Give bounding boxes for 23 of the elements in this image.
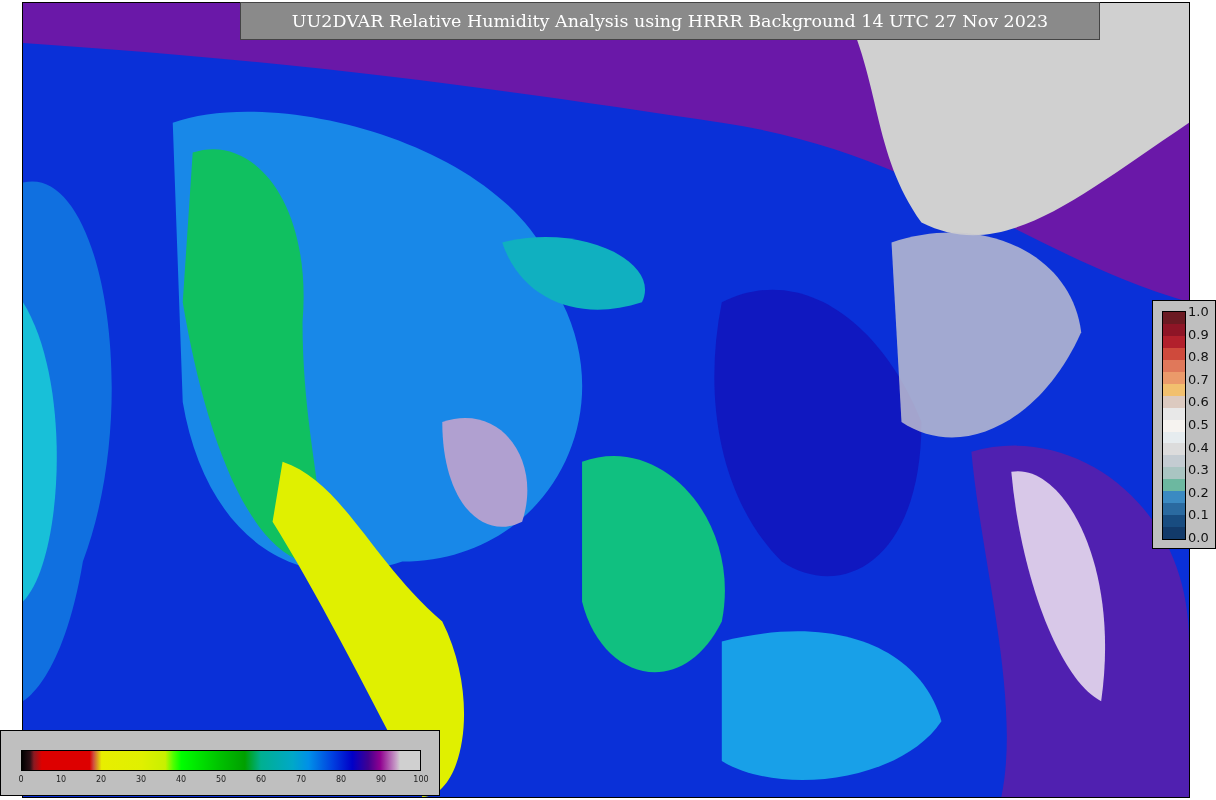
tick-label: 30 (134, 775, 148, 784)
tick-label: 100 (412, 775, 430, 784)
tick-label: 0.5 (1188, 417, 1209, 431)
tick-label: 90 (374, 775, 388, 784)
tick-label: 50 (214, 775, 228, 784)
tick-label: 80 (334, 775, 348, 784)
tick-label: 0.8 (1188, 350, 1209, 364)
tick-label: 10 (54, 775, 68, 784)
tick-label: 60 (254, 775, 268, 784)
tick-label: 70 (294, 775, 308, 784)
tick-label: 0.2 (1188, 485, 1209, 499)
tick-label: 0.3 (1188, 463, 1209, 477)
tick-label: 0.1 (1188, 508, 1209, 522)
chart-title: UU2DVAR Relative Humidity Analysis using HRRR Background 14 UTC 27 Nov 2023 (240, 2, 1100, 40)
tick-label: 0.6 (1188, 395, 1209, 409)
tick-label: 0.7 (1188, 372, 1209, 386)
tick-label: 0.9 (1188, 327, 1209, 341)
tick-label: 1.0 (1188, 305, 1209, 318)
tick-label: 0.0 (1188, 530, 1209, 544)
tick-label: 20 (94, 775, 108, 784)
tick-label: 0.4 (1188, 440, 1209, 454)
tick-label: 0 (17, 775, 25, 784)
tick-label: 40 (174, 775, 188, 784)
